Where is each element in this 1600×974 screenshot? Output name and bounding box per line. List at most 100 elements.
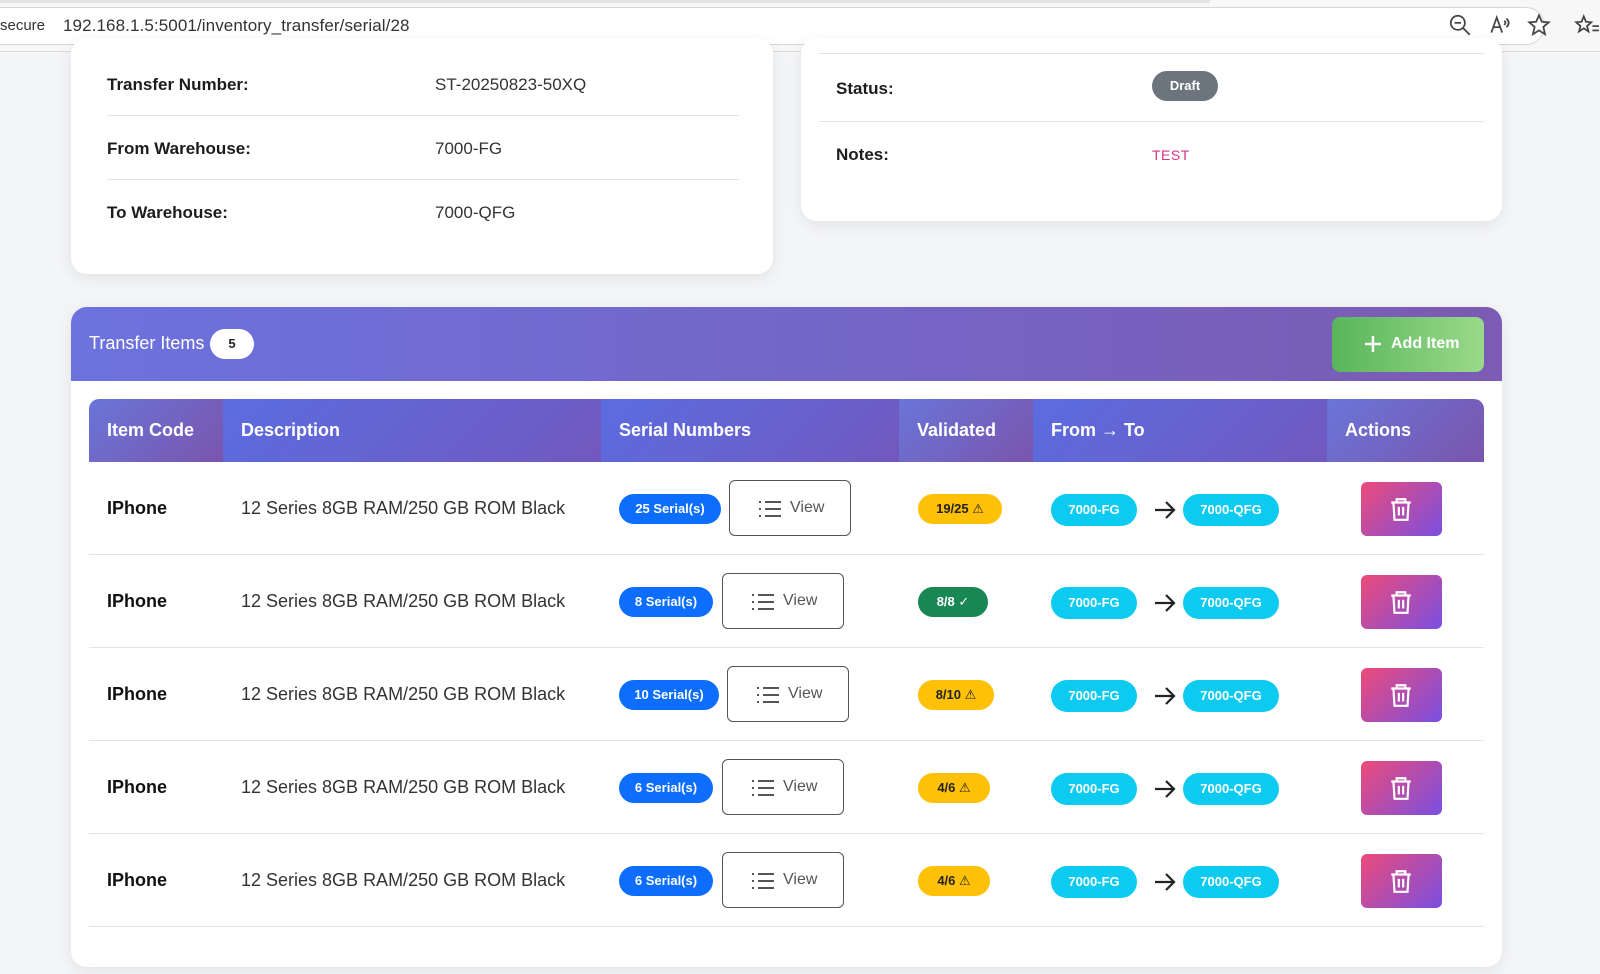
arrow-right-icon [1155, 873, 1176, 891]
delete-item-button[interactable] [1361, 575, 1442, 629]
add-item-button[interactable]: Add Item [1332, 317, 1484, 372]
arrow-right-icon [1155, 594, 1176, 612]
serial-count-badge: 10 Serial(s) [619, 680, 719, 710]
transfer-items-title: Transfer Items [89, 333, 205, 353]
from-warehouse-badge: 7000-FG [1051, 680, 1137, 712]
notes-label: Notes: [836, 145, 889, 164]
arrow-right-icon [1155, 780, 1176, 798]
serial-count-badge: 6 Serial(s) [619, 866, 713, 896]
from-warehouse-label: From Warehouse: [107, 139, 251, 158]
trash-icon [1391, 498, 1411, 521]
table-header: Item Code Description Serial Numbers Val… [89, 399, 1484, 462]
column-header-validated: Validated [899, 399, 1033, 462]
item-code: IPhone [107, 777, 168, 797]
delete-item-button[interactable] [1361, 482, 1442, 536]
validated-badge: 4/6 ⚠ [918, 866, 990, 896]
item-description: 12 Series 8GB RAM/250 GB ROM Black [241, 498, 566, 518]
view-serials-button[interactable]: View [722, 759, 844, 815]
zoom-out-icon[interactable] [1447, 12, 1473, 38]
to-warehouse-badge: 7000-QFG [1183, 773, 1279, 805]
item-description: 12 Series 8GB RAM/250 GB ROM Black [241, 591, 566, 611]
from-warehouse-row: From Warehouse: 7000-FG [107, 116, 739, 180]
serial-count-badge: 8 Serial(s) [619, 587, 713, 617]
transfer-number-label: Transfer Number: [107, 75, 249, 94]
validated-badge: 19/25 ⚠ [918, 494, 1002, 524]
to-warehouse-value: 7000-QFG [435, 203, 516, 222]
table-row: IPhone 12 Series 8GB RAM/250 GB ROM Blac… [89, 741, 1484, 834]
view-label: View [783, 871, 818, 888]
list-icon [752, 873, 774, 889]
view-serials-button[interactable]: View [722, 852, 844, 908]
delete-item-button[interactable] [1361, 761, 1442, 815]
column-header-from-to: From → To [1033, 399, 1327, 462]
trash-icon [1391, 777, 1411, 800]
trash-icon [1391, 684, 1411, 707]
validated-badge: 8/8 ✓ [918, 587, 988, 617]
from-warehouse-badge: 7000-FG [1051, 773, 1137, 805]
from-warehouse-badge: 7000-FG [1051, 494, 1137, 526]
column-header-item-code: Item Code [89, 399, 223, 462]
transfer-number-value: ST-20250823-50XQ [435, 75, 587, 94]
to-warehouse-badge: 7000-QFG [1183, 494, 1279, 526]
transfer-number-row: Transfer Number: ST-20250823-50XQ [107, 52, 739, 116]
favorites-list-icon[interactable] [1574, 12, 1600, 38]
to-warehouse-badge: 7000-QFG [1183, 587, 1279, 619]
table-row: IPhone 12 Series 8GB RAM/250 GB ROM Blac… [89, 555, 1484, 648]
serial-count-badge: 25 Serial(s) [619, 494, 721, 524]
to-warehouse-label: To Warehouse: [107, 203, 228, 222]
item-description: 12 Series 8GB RAM/250 GB ROM Black [241, 777, 566, 797]
tab-strip-edge [0, 0, 1210, 3]
plus-icon [1365, 336, 1381, 352]
items-count-badge: 5 [210, 329, 254, 359]
status-badge: Draft [1152, 71, 1218, 101]
view-serials-button[interactable]: View [729, 480, 851, 536]
status-card [801, 38, 1502, 221]
item-code: IPhone [107, 684, 168, 704]
column-header-serial-numbers: Serial Numbers [601, 399, 899, 462]
transfer-items-card: Transfer Items 5 Add Item Item Code Desc… [71, 307, 1502, 967]
list-icon [752, 780, 774, 796]
serial-count-badge: 6 Serial(s) [619, 773, 713, 803]
trash-icon [1391, 591, 1411, 614]
to-warehouse-badge: 7000-QFG [1183, 866, 1279, 898]
to-warehouse-row: To Warehouse: 7000-QFG [107, 180, 739, 244]
delete-item-button[interactable] [1361, 854, 1442, 908]
security-label[interactable]: secure [0, 17, 45, 34]
column-header-actions: Actions [1327, 399, 1484, 462]
transfer-info-card: Transfer Number: ST-20250823-50XQ From W… [71, 38, 773, 274]
item-code: IPhone [107, 498, 168, 518]
arrow-right-icon [1155, 501, 1176, 519]
favorite-star-icon[interactable] [1526, 12, 1552, 38]
column-header-description: Description [223, 399, 601, 462]
from-warehouse-badge: 7000-FG [1051, 587, 1137, 619]
status-label: Status: [836, 79, 894, 98]
transfer-items-header: Transfer Items 5 Add Item [71, 307, 1502, 381]
read-aloud-icon[interactable] [1487, 12, 1513, 38]
table-row: IPhone 12 Series 8GB RAM/250 GB ROM Blac… [89, 648, 1484, 741]
view-serials-button[interactable]: View [727, 666, 849, 722]
table-row: IPhone 12 Series 8GB RAM/250 GB ROM Blac… [89, 462, 1484, 555]
list-icon [757, 687, 779, 703]
item-description: 12 Series 8GB RAM/250 GB ROM Black [241, 870, 566, 890]
item-description: 12 Series 8GB RAM/250 GB ROM Black [241, 684, 566, 704]
table-row: IPhone 12 Series 8GB RAM/250 GB ROM Blac… [89, 834, 1484, 927]
divider [819, 53, 1484, 54]
delete-item-button[interactable] [1361, 668, 1442, 722]
from-warehouse-value: 7000-FG [435, 139, 503, 158]
trash-icon [1391, 870, 1411, 893]
item-code: IPhone [107, 591, 168, 611]
view-label: View [783, 592, 818, 609]
item-code: IPhone [107, 870, 168, 890]
notes-value: TEST [1152, 147, 1190, 163]
from-warehouse-badge: 7000-FG [1051, 866, 1137, 898]
list-icon [752, 594, 774, 610]
list-icon [759, 501, 781, 517]
view-serials-button[interactable]: View [722, 573, 844, 629]
view-label: View [788, 685, 823, 702]
view-label: View [783, 778, 818, 795]
arrow-right-icon [1155, 687, 1176, 705]
url-text[interactable]: 192.168.1.5:5001/inventory_transfer/seri… [63, 16, 410, 36]
validated-badge: 4/6 ⚠ [918, 773, 990, 803]
add-item-label: Add Item [1391, 335, 1460, 352]
view-label: View [790, 499, 825, 516]
